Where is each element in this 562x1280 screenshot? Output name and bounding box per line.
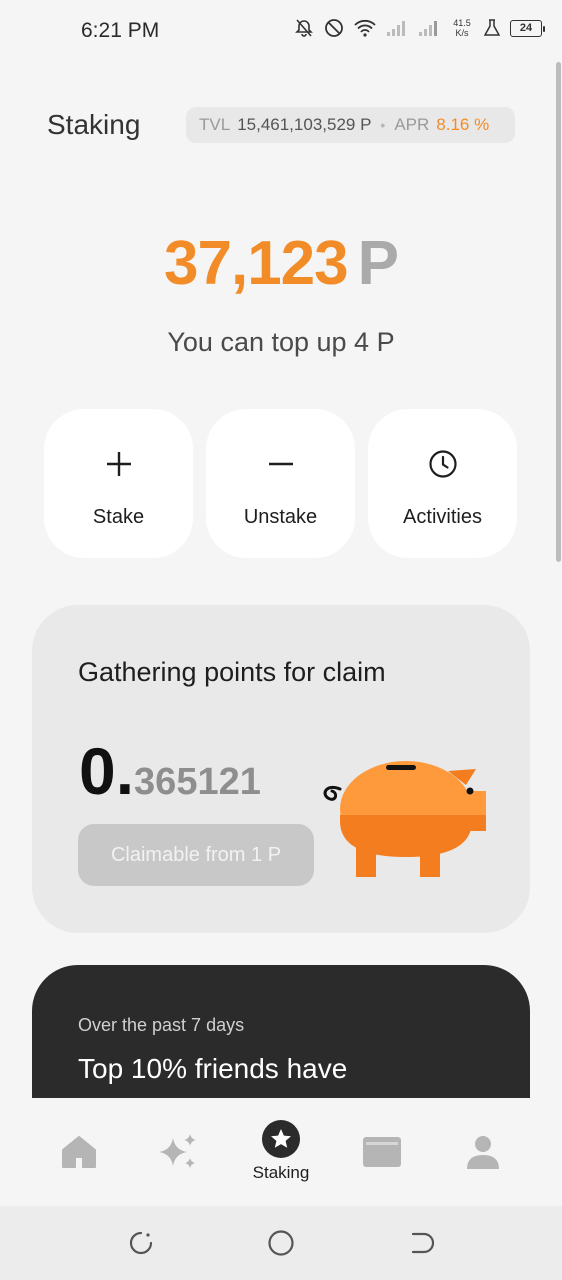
signal-icon-1 bbox=[386, 19, 408, 37]
network-speed: 41.5 K/s bbox=[450, 18, 474, 38]
nav-discover[interactable] bbox=[138, 1098, 218, 1206]
unstake-button[interactable]: Unstake bbox=[206, 409, 355, 558]
nav-wallet[interactable] bbox=[342, 1098, 422, 1206]
profile-icon bbox=[465, 1132, 501, 1172]
bottom-nav: Staking bbox=[0, 1098, 562, 1206]
promo-title: Top 10% friends have bbox=[78, 1053, 348, 1084]
star-icon bbox=[261, 1119, 301, 1159]
nav-staking-label: Staking bbox=[252, 1163, 310, 1182]
wifi-icon bbox=[354, 19, 376, 37]
signal-icon-2 bbox=[418, 19, 440, 37]
back-button[interactable] bbox=[406, 1228, 436, 1258]
battery-icon: 24 bbox=[510, 19, 545, 37]
staked-balance: 37,123 P bbox=[0, 228, 562, 299]
tvl-value: 15,461,103,529 P bbox=[237, 115, 372, 134]
stats-pill: TVL 15,461,103,529 P • APR 8.16 % bbox=[186, 107, 515, 143]
status-icons: 41.5 K/s 24 bbox=[294, 18, 545, 38]
home-icon bbox=[61, 1132, 97, 1172]
activities-button[interactable]: Activities bbox=[368, 409, 517, 558]
flask-icon bbox=[484, 19, 500, 37]
unstake-label: Unstake bbox=[243, 506, 318, 528]
scrollbar[interactable] bbox=[556, 62, 561, 562]
system-nav-bar bbox=[0, 1206, 562, 1280]
activities-label: Activities bbox=[403, 506, 482, 528]
topup-text: You can top up 4 P bbox=[167, 327, 395, 357]
piggy-bank-icon bbox=[316, 757, 506, 887]
net-speed-unit: K/s bbox=[455, 28, 469, 38]
do-not-disturb-icon bbox=[324, 18, 344, 38]
stats-separator: • bbox=[380, 117, 386, 133]
net-speed-value: 41.5 bbox=[453, 18, 471, 28]
wallet-icon bbox=[362, 1132, 402, 1172]
gathering-value-frac: 365121 bbox=[134, 761, 261, 803]
clock-icon bbox=[428, 449, 458, 479]
promo-subtitle: Over the past 7 days bbox=[78, 1015, 245, 1035]
gathering-card: Gathering points for claim 0.365121 Clai… bbox=[32, 605, 530, 933]
bell-off-icon bbox=[294, 18, 314, 38]
sparkle-icon bbox=[157, 1132, 199, 1172]
stake-button[interactable]: Stake bbox=[44, 409, 193, 558]
minus-icon bbox=[267, 449, 295, 479]
plus-icon bbox=[105, 449, 133, 479]
apr-label: APR bbox=[394, 115, 430, 134]
apr-value: 8.16 % bbox=[436, 115, 490, 134]
stake-label: Stake bbox=[92, 506, 145, 528]
recent-apps-button[interactable] bbox=[126, 1228, 156, 1258]
status-time: 6:21 PM bbox=[81, 19, 160, 42]
gathering-value-int: 0. bbox=[79, 734, 135, 808]
tvl-label: TVL bbox=[199, 115, 231, 134]
gathering-value: 0.365121 bbox=[79, 733, 261, 809]
gathering-title: Gathering points for claim bbox=[78, 657, 386, 687]
nav-staking[interactable]: Staking bbox=[241, 1098, 321, 1206]
page-title: Staking bbox=[47, 109, 141, 140]
status-bar: 6:21 PM 41.5 K/s 24 bbox=[0, 0, 562, 60]
nav-home[interactable] bbox=[39, 1098, 119, 1206]
nav-profile[interactable] bbox=[443, 1098, 523, 1206]
claim-button[interactable]: Claimable from 1 P bbox=[78, 824, 314, 886]
home-button[interactable] bbox=[266, 1228, 296, 1258]
balance-unit: P bbox=[357, 229, 399, 298]
balance-amount: 37,123 bbox=[164, 229, 349, 298]
